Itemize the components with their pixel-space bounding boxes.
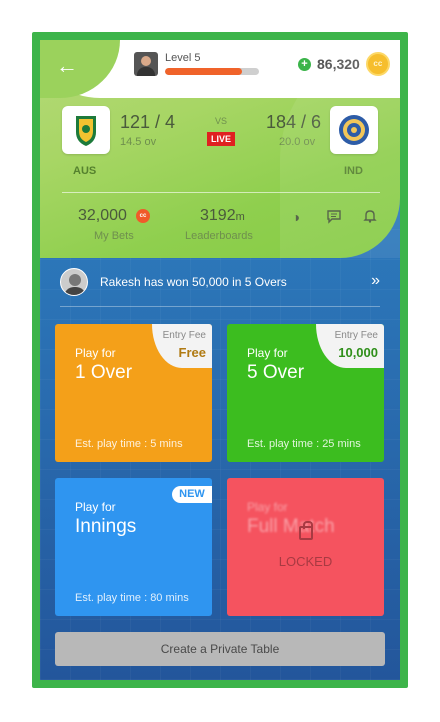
user-avatar[interactable] [134, 52, 158, 76]
xp-progress-fill [165, 68, 243, 75]
xp-progress-bar [165, 68, 259, 75]
winner-avatar [60, 268, 88, 296]
chevron-double-right-icon[interactable]: » [371, 272, 380, 290]
plus-icon[interactable]: + [298, 57, 311, 71]
entry-fee-tag: Entry Fee Free [152, 324, 212, 368]
game-mode-title: Innings [75, 516, 137, 537]
entry-fee-label: Entry Fee [334, 330, 378, 341]
play-for-label: Play for [75, 346, 116, 360]
entry-fee-tag: Entry Fee 10,000 [316, 324, 384, 368]
header-divider [62, 192, 380, 193]
game-card-full-match: Play for Full Match LOCKED [227, 478, 384, 616]
winner-text: Rakesh has won 50,000 in 5 Overs [100, 275, 287, 289]
locked-label: LOCKED [278, 554, 333, 569]
my-bets-value: 32,000 [78, 207, 127, 224]
team2-logo [330, 106, 378, 154]
team1-logo [62, 106, 110, 154]
play-for-label: Play for [247, 500, 288, 514]
team2-name: IND [344, 165, 363, 177]
entry-fee-value: 10,000 [338, 345, 378, 360]
team1-overs: 14.5 ov [120, 136, 157, 148]
team2-score: 184 / 6 [266, 112, 322, 132]
game-mode-title: 1 Over [75, 362, 133, 383]
team1-score: 121 / 4 [120, 112, 176, 132]
lock-icon [299, 521, 313, 540]
game-card-innings[interactable]: NEW Play for Innings Est. play time : 80… [55, 478, 212, 616]
vs-label: VS [215, 116, 228, 126]
live-badge: LIVE [207, 132, 235, 146]
leaderboard-number: 3192 [200, 207, 236, 224]
game-card-5-over[interactable]: Entry Fee 10,000 Play for 5 Over Est. pl… [227, 324, 384, 462]
new-badge: NEW [172, 486, 212, 503]
coin-icon: cc [365, 52, 390, 76]
game-mode-title: Full Match [247, 516, 335, 537]
level-label: Level 5 [165, 52, 201, 64]
app-screen: ← Level 5 + 86,320 cc AUS 121 / 4 14.5 o… [40, 40, 400, 680]
my-bets-label[interactable]: My Bets [94, 230, 134, 242]
estimated-time: Est. play time : 25 mins [247, 438, 361, 450]
entry-fee-label: Entry Fee [162, 330, 206, 341]
chat-icon[interactable] [325, 208, 343, 226]
leaderboard-value: 3192m [200, 207, 245, 225]
banner-divider [60, 306, 380, 307]
create-private-table-button[interactable]: Create a Private Table [55, 632, 385, 666]
coin-balance[interactable]: + 86,320 cc [298, 52, 390, 76]
play-for-label: Play for [247, 346, 288, 360]
estimated-time: Est. play time : 80 mins [75, 592, 189, 604]
theme-icon[interactable]: ◑ [287, 208, 305, 226]
game-mode-title: 5 Over [247, 362, 305, 383]
leaderboards-label[interactable]: Leaderboards [185, 230, 253, 242]
game-card-1-over[interactable]: Entry Fee Free Play for 1 Over Est. play… [55, 324, 212, 462]
leaderboard-unit: m [235, 211, 245, 223]
cc-coin-icon: cc [136, 209, 150, 223]
bell-icon[interactable] [361, 208, 379, 226]
team2-overs: 20.0 ov [279, 136, 316, 148]
estimated-time: Est. play time : 5 mins [75, 438, 183, 450]
team1-name: AUS [73, 165, 97, 177]
entry-fee-value: Free [178, 345, 206, 360]
back-arrow-icon[interactable]: ← [56, 54, 80, 78]
match-header: ← Level 5 + 86,320 cc AUS 121 / 4 14.5 o… [40, 40, 400, 258]
coin-count: 86,320 [317, 56, 360, 72]
play-for-label: Play for [75, 500, 116, 514]
winner-banner[interactable]: Rakesh has won 50,000 in 5 Overs » [60, 268, 384, 298]
